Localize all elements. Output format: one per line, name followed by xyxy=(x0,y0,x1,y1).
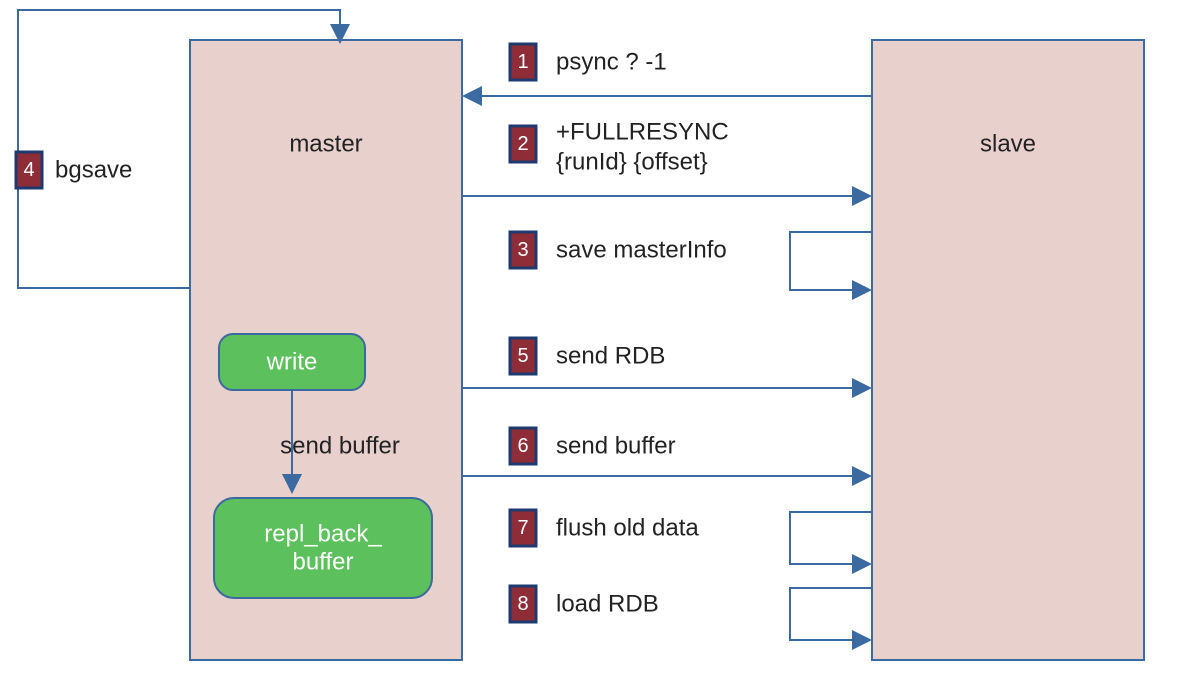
arrow-step-7-loop xyxy=(790,512,872,564)
badge-6-num: 6 xyxy=(517,435,528,457)
buffer-label-2: buffer xyxy=(293,549,354,576)
slave-title: slave xyxy=(980,131,1036,158)
badge-3-num: 3 xyxy=(517,239,528,261)
step-1-text: psync ? -1 xyxy=(556,49,667,76)
arrow-step-3-loop xyxy=(790,232,872,290)
badge-4-num: 4 xyxy=(23,159,34,181)
badge-7-num: 7 xyxy=(517,517,528,539)
step-7-text: flush old data xyxy=(556,515,699,542)
master-title: master xyxy=(289,131,362,158)
step-6-text: send buffer xyxy=(556,433,676,460)
step-2-text-1: +FULLRESYNC xyxy=(556,119,729,146)
send-buffer-inner: send buffer xyxy=(280,433,400,460)
badge-8-num: 8 xyxy=(517,593,528,615)
step-3-text: save masterInfo xyxy=(556,237,727,264)
buffer-label-1: repl_back_ xyxy=(264,521,382,548)
arrow-step-8-loop xyxy=(790,588,872,640)
step-8-text: load RDB xyxy=(556,591,659,618)
step-2-text-2: {runId} {offset} xyxy=(556,149,708,176)
write-label: write xyxy=(266,349,318,376)
badge-5-num: 5 xyxy=(517,345,528,367)
step-5-text: send RDB xyxy=(556,343,665,370)
diagram-root: master slave write send buffer repl_back… xyxy=(0,0,1200,684)
badge-2-num: 2 xyxy=(517,133,528,155)
step-4-text: bgsave xyxy=(55,157,132,184)
badge-1-num: 1 xyxy=(517,51,528,73)
